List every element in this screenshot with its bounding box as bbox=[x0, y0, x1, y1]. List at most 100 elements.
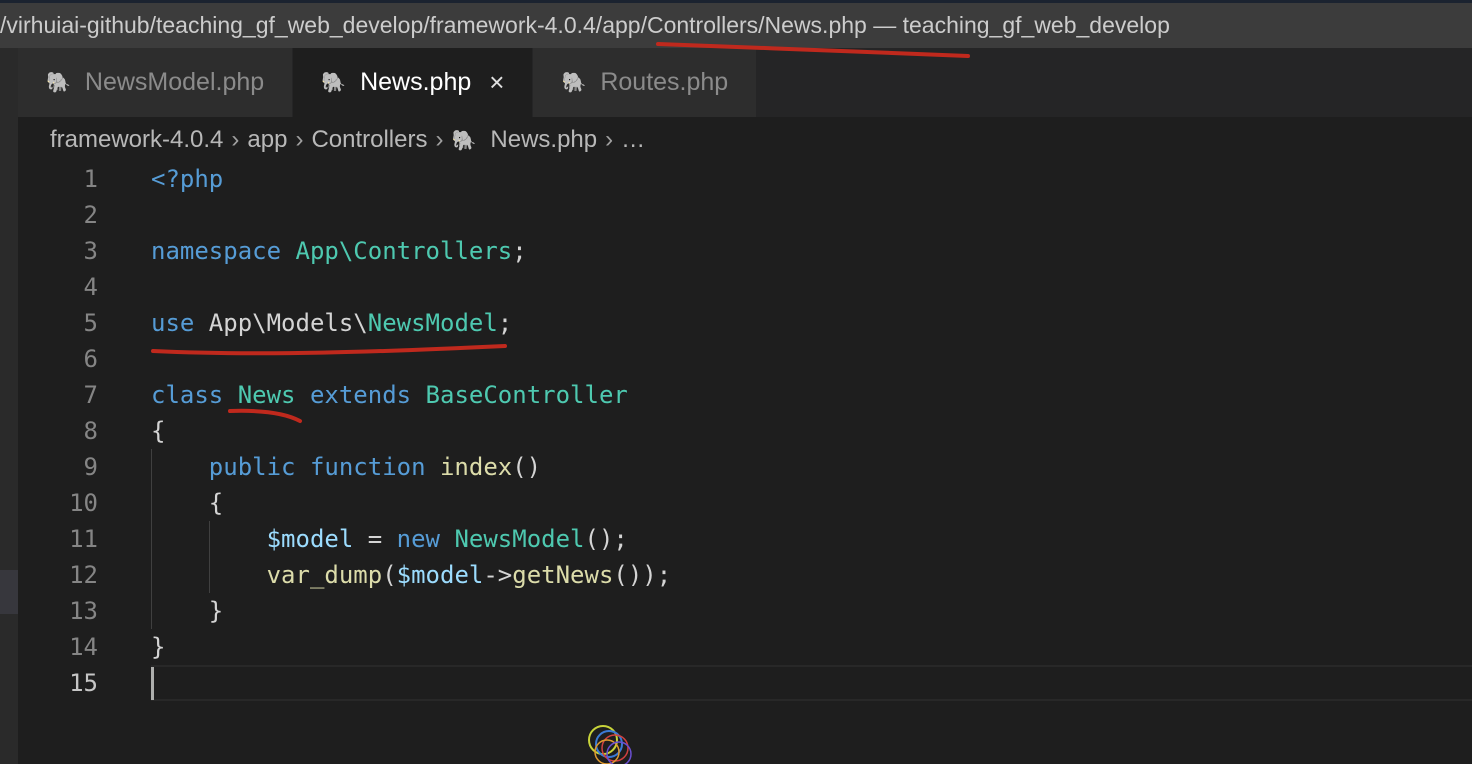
line-number: 14 bbox=[69, 633, 98, 661]
code-token-text: () bbox=[512, 453, 542, 481]
code-token-text: App\Models\ bbox=[208, 309, 368, 337]
line-number: 2 bbox=[83, 201, 98, 229]
code-text: { bbox=[151, 485, 223, 521]
chevron-right-icon: › bbox=[231, 126, 240, 153]
line-number: 6 bbox=[83, 345, 98, 373]
text-cursor bbox=[151, 667, 154, 700]
code-line[interactable]: 2 bbox=[18, 197, 1472, 233]
code-token-type: NewsModel bbox=[454, 525, 585, 553]
window-title-bar: /virhuiai-github/teaching_gf_web_develop… bbox=[0, 0, 1472, 48]
code-token-type: BaseController bbox=[425, 381, 628, 409]
code-token-keyword: <?php bbox=[151, 165, 224, 193]
code-editor[interactable]: 1 <?php 2 3 namespace App\Controllers; 4 5 use … bbox=[18, 161, 1472, 701]
code-token-keyword: new bbox=[396, 525, 455, 553]
tab-bar: 🐘 NewsModel.php 🐘 News.php × 🐘 Routes.php bbox=[18, 48, 1472, 117]
breadcrumb-item[interactable]: News.php bbox=[490, 126, 597, 154]
code-token-text: } bbox=[151, 633, 166, 661]
scroll-marker bbox=[0, 570, 18, 614]
code-token-type: App\Controllers bbox=[295, 237, 513, 265]
code-line[interactable]: 11 $model = new NewsModel(); bbox=[18, 521, 1472, 557]
code-token-text: ; bbox=[497, 309, 513, 337]
code-text: } bbox=[151, 593, 223, 629]
code-token-text: ( bbox=[382, 561, 397, 589]
line-number: 15 bbox=[69, 669, 98, 697]
breadcrumb-item[interactable]: Controllers bbox=[311, 126, 427, 154]
code-token-text: } bbox=[151, 597, 224, 625]
activity-strip bbox=[0, 48, 18, 764]
code-token-keyword: namespace bbox=[151, 237, 296, 265]
code-line[interactable]: 10 { bbox=[18, 485, 1472, 521]
line-number: 12 bbox=[69, 561, 98, 589]
code-line[interactable]: 15 bbox=[18, 665, 1472, 701]
tab-routes-php[interactable]: 🐘 Routes.php bbox=[533, 48, 758, 117]
window-title: /virhuiai-github/teaching_gf_web_develop… bbox=[0, 12, 1170, 38]
code-text: namespace App\Controllers; bbox=[151, 233, 527, 269]
code-line[interactable]: 9 public function index() bbox=[18, 449, 1472, 485]
tab-label: NewsModel.php bbox=[84, 68, 265, 96]
code-token-var: $model bbox=[396, 561, 484, 589]
php-elephant-icon: 🐘 bbox=[561, 72, 587, 94]
code-line[interactable]: 3 namespace App\Controllers; bbox=[18, 233, 1472, 269]
tab-newsmodel-php[interactable]: 🐘 NewsModel.php bbox=[18, 48, 294, 117]
code-token-text: { bbox=[151, 417, 166, 445]
code-text: { bbox=[151, 413, 165, 449]
code-token-func: index bbox=[439, 453, 513, 481]
close-icon[interactable]: × bbox=[489, 67, 504, 98]
code-token-text: -> bbox=[483, 561, 513, 589]
breadcrumb: framework-4.0.4 › app › Controllers › 🐘 News… bbox=[50, 122, 645, 158]
mouse-pointer-highlight bbox=[588, 725, 632, 764]
code-line[interactable]: 12 var_dump($model->getNews()); bbox=[18, 557, 1472, 593]
tab-label: Routes.php bbox=[600, 68, 729, 96]
code-text: class News extends BaseController bbox=[151, 377, 628, 413]
code-token-text: ()); bbox=[613, 561, 672, 589]
code-token-keyword: use bbox=[151, 309, 209, 337]
current-line-highlight bbox=[151, 665, 1472, 701]
line-number: 5 bbox=[83, 309, 98, 337]
code-text: var_dump($model->getNews()); bbox=[151, 557, 672, 593]
code-token-type: NewsModel bbox=[367, 309, 498, 337]
php-elephant-icon: 🐘 bbox=[321, 72, 347, 94]
code-token-func: getNews bbox=[512, 561, 614, 589]
line-number: 4 bbox=[83, 273, 98, 301]
php-elephant-icon: 🐘 bbox=[46, 72, 71, 94]
breadcrumb-item[interactable]: framework-4.0.4 bbox=[50, 126, 223, 154]
code-line[interactable]: 5 use App\Models\NewsModel; bbox=[18, 305, 1472, 341]
line-number: 10 bbox=[69, 489, 98, 517]
tab-news-php[interactable]: 🐘 News.php × bbox=[293, 48, 534, 117]
code-line[interactable]: 8{ bbox=[18, 413, 1472, 449]
code-token-type: News bbox=[237, 381, 296, 409]
code-token-func: var_dump bbox=[266, 561, 383, 589]
code-line[interactable]: 4 bbox=[18, 269, 1472, 305]
code-line[interactable]: 7 class News extends BaseController bbox=[18, 377, 1472, 413]
breadcrumb-item[interactable]: … bbox=[621, 126, 645, 154]
code-text: use App\Models\NewsModel; bbox=[151, 305, 512, 341]
code-line[interactable]: 6 bbox=[18, 341, 1472, 377]
line-number: 9 bbox=[83, 453, 98, 481]
line-number: 3 bbox=[83, 237, 98, 265]
chevron-right-icon: › bbox=[295, 126, 304, 153]
code-line[interactable]: 1 <?php bbox=[18, 161, 1472, 197]
php-elephant-icon: 🐘 bbox=[451, 129, 477, 152]
code-token-var: $model bbox=[266, 525, 354, 553]
code-token-text: ; bbox=[512, 237, 527, 265]
chevron-right-icon: › bbox=[605, 126, 614, 153]
code-token-keyword: extends bbox=[295, 381, 426, 409]
code-token-text: = bbox=[353, 525, 397, 553]
line-number: 13 bbox=[69, 597, 98, 625]
code-text: $model = new NewsModel(); bbox=[151, 521, 628, 557]
code-line[interactable]: 14} bbox=[18, 629, 1472, 665]
line-number: 1 bbox=[83, 165, 98, 193]
code-token-text: { bbox=[151, 489, 224, 517]
code-line[interactable]: 13 } bbox=[18, 593, 1472, 629]
code-text: <?php bbox=[151, 161, 223, 197]
chevron-right-icon: › bbox=[435, 126, 444, 153]
code-text: } bbox=[151, 629, 165, 665]
code-token-text: (); bbox=[584, 525, 628, 553]
line-number: 7 bbox=[83, 381, 98, 409]
code-token-keyword: public function bbox=[151, 453, 440, 481]
breadcrumb-item[interactable]: app bbox=[247, 126, 287, 154]
line-number: 8 bbox=[83, 417, 98, 445]
code-text: public function index() bbox=[151, 449, 541, 485]
